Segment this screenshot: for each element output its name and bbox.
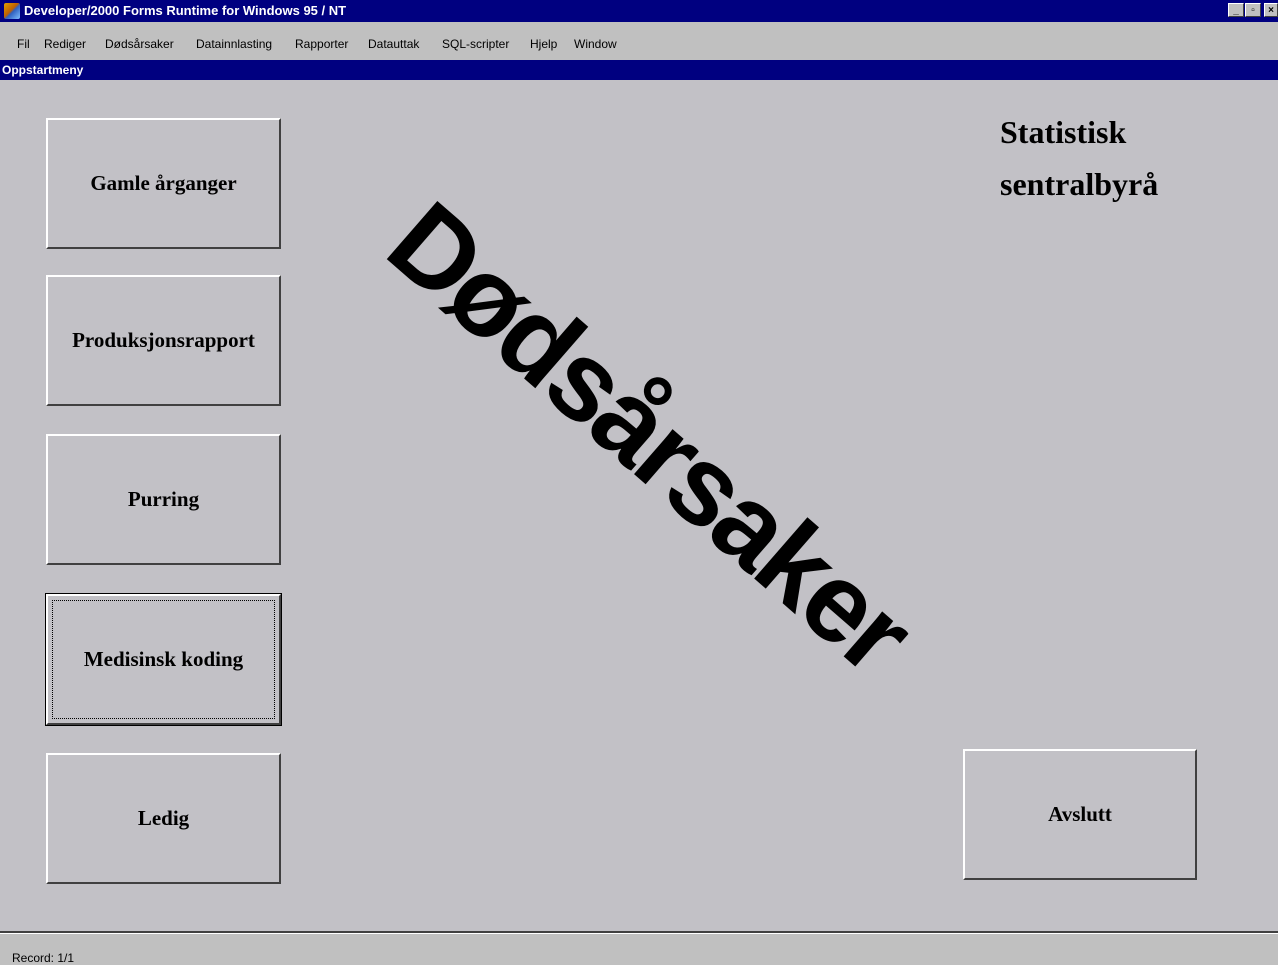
menu-rapporter[interactable]: Rapporter [295,36,348,52]
produksjonsrapport-label: Produksjonsrapport [72,328,255,352]
record-indicator: Record: 1/1 [12,951,75,965]
form-window-title-bar: Oppstartmeny [0,60,1278,80]
close-button[interactable]: × [1264,3,1278,17]
menu-bar: Fil Rediger Dødsårsaker Datainnlasting R… [0,33,1278,55]
menu-datainnlasting[interactable]: Datainnlasting [196,36,272,52]
purring-label: Purring [127,487,200,511]
menu-hjelp[interactable]: Hjelp [530,36,557,52]
maximize-button[interactable]: ▫ [1245,3,1261,17]
minimize-button[interactable]: _ [1228,3,1244,17]
window-title: Developer/2000 Forms Runtime for Windows… [24,3,347,18]
status-bar: Record: 1/1 [0,934,1278,965]
menu-rediger[interactable]: Rediger [44,36,86,52]
menu-dodsarsaker[interactable]: Dødsårsaker [105,36,174,52]
purring-button[interactable]: Purring [46,434,281,565]
app-icon [4,3,20,19]
form-window-title: Oppstartmeny [2,63,84,77]
ledig-button[interactable]: Ledig [46,753,281,884]
medisinsk-koding-label: Medisinsk koding [83,647,244,671]
ledig-label: Ledig [137,806,190,830]
menu-sql-scripter[interactable]: SQL-scripter [442,36,509,52]
avslutt-label: Avslutt [1048,802,1112,826]
menu-fil[interactable]: Fil [17,36,30,52]
menu-window[interactable]: Window [574,36,617,52]
menu-datauttak[interactable]: Datauttak [368,36,419,52]
produksjonsrapport-button[interactable]: Produksjonsrapport [46,275,281,406]
form-canvas: Gamle årganger Produksjonsrapport Purrin… [0,80,1278,931]
avslutt-button[interactable]: Avslutt [963,749,1197,880]
gamle-arganger-label: Gamle årganger [90,171,237,195]
gamle-arganger-button[interactable]: Gamle årganger [46,118,281,249]
organization-name: Statistisk sentralbyrå [1000,114,1159,202]
app-heading: Dødsårsaker [365,178,935,696]
title-bar: Developer/2000 Forms Runtime for Windows… [0,0,1278,22]
medisinsk-koding-button[interactable]: Medisinsk koding [45,593,282,726]
